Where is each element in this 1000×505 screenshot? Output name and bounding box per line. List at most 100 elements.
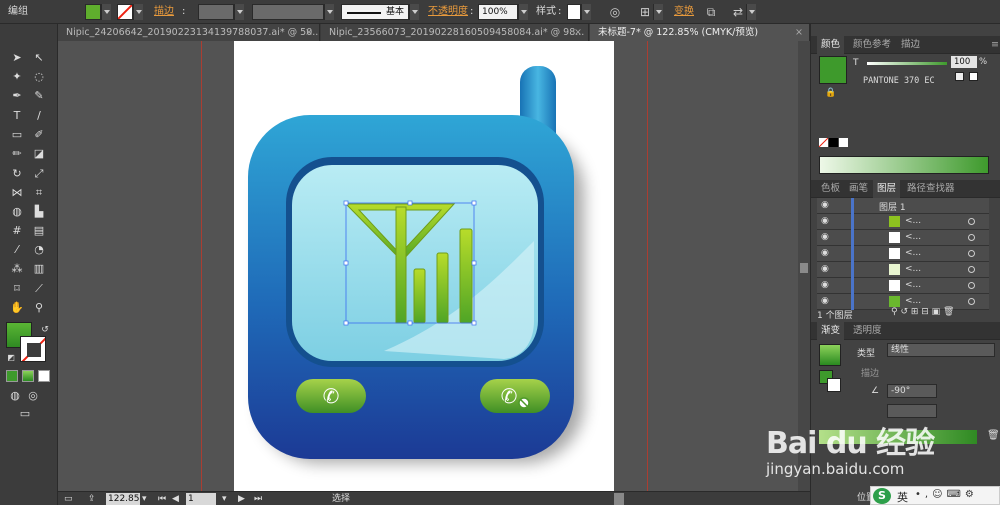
swap-colors-icon[interactable]: ↺ — [36, 322, 54, 338]
tab-document-active[interactable]: 未标题-7* @ 122.85% (CMYK/预览) × — [590, 24, 810, 41]
brush-definition-field[interactable]: 基本 — [341, 4, 409, 20]
ime-tools-icon[interactable]: •,☺⌨⚙ — [915, 489, 978, 500]
color-spectrum[interactable] — [819, 156, 989, 174]
layer-actions-icon[interactable]: ⚲ ↺ ⊞ ⊟ ▣ 🗑 — [891, 307, 954, 317]
eye-icon[interactable]: ◉ — [821, 200, 829, 210]
arrange-icon[interactable]: ⇄ — [730, 4, 746, 20]
zoom-field[interactable]: 122.85 — [106, 493, 140, 505]
eye-icon[interactable]: ◉ — [821, 264, 829, 274]
layer-row[interactable]: ◉ <... — [817, 214, 989, 230]
angle-input[interactable]: -90° — [887, 384, 937, 398]
default-colors-icon[interactable]: ◩ — [2, 350, 20, 366]
web-safe-icon[interactable] — [969, 72, 978, 81]
layer-row[interactable]: ◉ <... — [817, 246, 989, 262]
first-page-icon[interactable]: ⏮ — [158, 493, 166, 505]
column-graph-tool-icon[interactable]: ▥ — [30, 261, 48, 277]
stroke-dropdown-icon[interactable] — [133, 4, 143, 20]
gradient-mode-icon[interactable] — [22, 370, 34, 382]
shape-builder-tool-icon[interactable]: ◍ — [8, 204, 26, 220]
isolate-icon[interactable]: ⧉ — [703, 4, 719, 20]
page-field[interactable]: 1 — [186, 493, 216, 505]
target-icon[interactable] — [968, 250, 975, 257]
zoom-dropdown-icon[interactable]: ▾ — [142, 493, 147, 505]
recolor-icon[interactable]: ◎ — [607, 4, 623, 20]
variable-width-field[interactable] — [252, 4, 324, 20]
paintbrush-tool-icon[interactable]: ✐ — [30, 127, 48, 143]
tab-stroke[interactable]: 描边 — [897, 36, 924, 54]
line-tool-icon[interactable]: / — [30, 108, 48, 124]
stroke-swatch[interactable] — [117, 4, 133, 20]
close-icon[interactable]: × — [795, 24, 803, 41]
out-of-gamut-icon[interactable] — [955, 72, 964, 81]
target-icon[interactable] — [968, 298, 975, 305]
aspect-ratio-input[interactable] — [887, 404, 937, 418]
lasso-tool-icon[interactable]: ◌ — [30, 69, 48, 85]
white-color-icon[interactable] — [839, 138, 848, 147]
gradient-tool-icon[interactable]: ▤ — [30, 223, 48, 239]
stroke-color-box[interactable] — [20, 336, 46, 362]
opacity-field[interactable]: 100% — [478, 4, 518, 20]
draw-mode-icon[interactable]: ◍ — [6, 388, 24, 404]
style-dropdown-icon[interactable] — [581, 4, 591, 20]
curvature-tool-icon[interactable]: ✎ — [30, 88, 48, 104]
last-page-icon[interactable]: ⏭ — [254, 493, 262, 505]
brush-dropdown-icon[interactable] — [409, 4, 419, 20]
symbol-sprayer-tool-icon[interactable]: ⁂ — [8, 261, 26, 277]
share-icon[interactable]: ⇪ — [88, 493, 96, 505]
screen-mode-icon[interactable]: ▭ — [16, 406, 34, 422]
target-icon[interactable] — [968, 266, 975, 273]
none-mode-icon[interactable] — [38, 370, 50, 382]
arrange-dropdown-icon[interactable] — [746, 4, 756, 20]
free-transform-tool-icon[interactable]: ⌗ — [30, 185, 48, 201]
align-grid-icon[interactable]: ⊞ — [637, 4, 653, 20]
magic-wand-tool-icon[interactable]: ✦ — [8, 69, 26, 85]
ime-bar[interactable]: S 英 •,☺⌨⚙ — [870, 486, 1000, 505]
eraser-tool-icon[interactable]: ◪ — [30, 146, 48, 162]
eyedropper-tool-icon[interactable]: ⁄ — [8, 242, 26, 258]
opacity-dropdown-icon[interactable] — [518, 4, 528, 20]
ime-language[interactable]: 英 — [897, 489, 908, 505]
layer-row-top[interactable]: ◉ 图层 1 — [817, 198, 989, 214]
canvas-area[interactable]: ✆ ✆ — [58, 41, 810, 491]
black-color-icon[interactable] — [829, 138, 838, 147]
target-icon[interactable] — [968, 234, 975, 241]
target-icon[interactable] — [968, 282, 975, 289]
stroke-label[interactable]: 描边 — [154, 4, 174, 20]
hand-tool-icon[interactable]: ✋ — [8, 300, 26, 316]
scale-tool-icon[interactable]: ⤢ — [30, 166, 48, 182]
color-mode-icon[interactable] — [6, 370, 18, 382]
pencil-tool-icon[interactable]: ✏ — [8, 146, 26, 162]
slice-tool-icon[interactable]: ⟋ — [30, 281, 48, 297]
next-page-icon[interactable]: ▶ — [238, 493, 245, 505]
gradient-preview[interactable] — [819, 344, 841, 366]
eye-icon[interactable]: ◉ — [821, 248, 829, 258]
stroke-weight-field[interactable] — [198, 4, 234, 20]
none-color-icon[interactable] — [818, 137, 829, 148]
tab-swatches[interactable]: 色板 — [817, 180, 844, 198]
selection-tool-icon[interactable]: ➤ — [8, 50, 26, 66]
align-dropdown-icon[interactable] — [653, 4, 663, 20]
zoom-tool-icon[interactable]: ⚲ — [30, 300, 48, 316]
tint-input[interactable]: 100 — [951, 56, 977, 68]
prev-page-icon[interactable]: ◀ — [172, 493, 179, 505]
current-color-swatch[interactable] — [819, 56, 847, 84]
style-swatch[interactable] — [567, 4, 581, 20]
tab-color-guide[interactable]: 颜色参考 — [849, 36, 895, 54]
opacity-label[interactable]: 不透明度 — [428, 4, 468, 20]
fill-dropdown-icon[interactable] — [101, 4, 111, 20]
layer-row[interactable]: ◉ <... — [817, 278, 989, 294]
stroke-gradient-box[interactable] — [827, 378, 841, 392]
target-icon[interactable] — [968, 218, 975, 225]
artboard-tool-icon[interactable]: ⌑ — [8, 281, 26, 297]
eye-icon[interactable]: ◉ — [821, 216, 829, 226]
perspective-grid-tool-icon[interactable]: ▙ — [30, 204, 48, 220]
fill-swatch[interactable] — [85, 4, 101, 20]
pen-tool-icon[interactable]: ✒ — [8, 88, 26, 104]
page-dropdown-icon[interactable]: ▾ — [222, 493, 227, 505]
delete-stop-icon[interactable]: 🗑 — [987, 430, 1000, 441]
artboard[interactable]: ✆ ✆ — [234, 41, 614, 491]
direct-selection-tool-icon[interactable]: ↖ — [30, 50, 48, 66]
eye-icon[interactable]: ◉ — [821, 232, 829, 242]
tab-layers[interactable]: 图层 — [873, 180, 901, 198]
layer-row[interactable]: ◉ <... — [817, 230, 989, 246]
